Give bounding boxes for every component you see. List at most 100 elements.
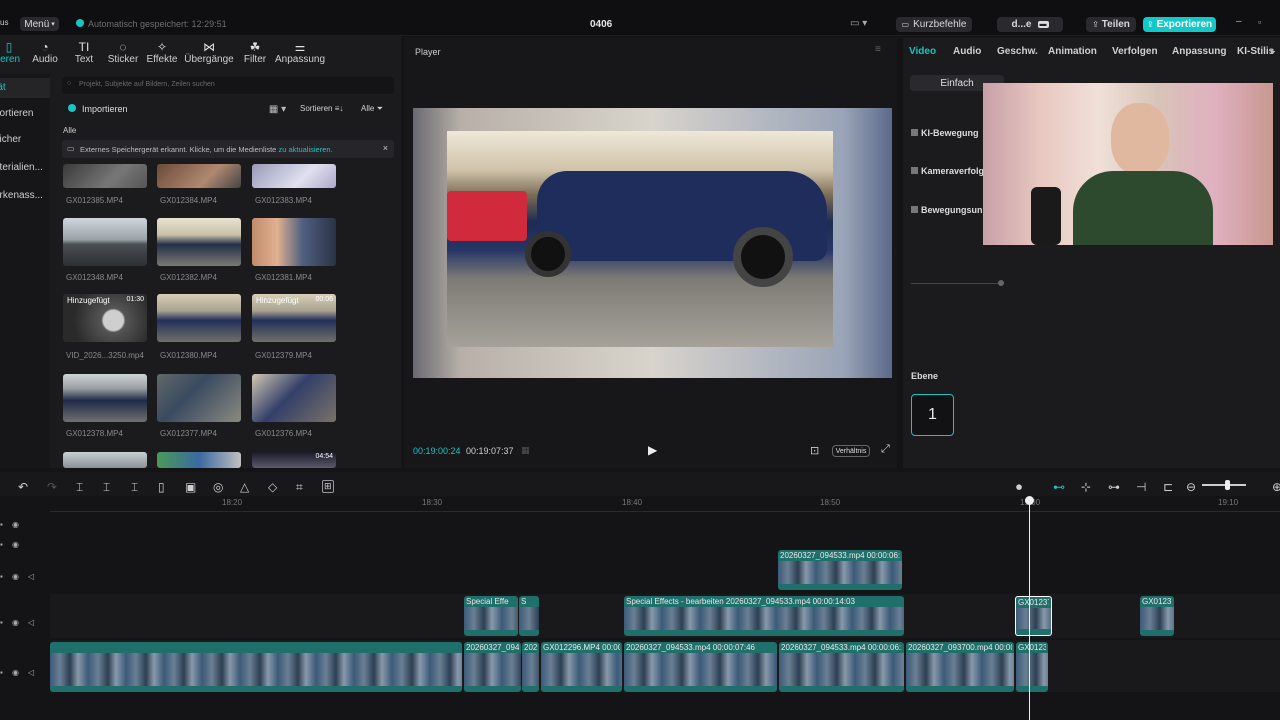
tab-audio[interactable]: ◔ Audio <box>30 40 60 70</box>
track-audio-icon[interactable]: ◁ <box>28 572 34 581</box>
close-icon[interactable]: × <box>383 143 388 153</box>
sidebar-item-materials[interactable]: aterialien... <box>0 158 50 178</box>
play-icon[interactable]: ▶ <box>648 443 657 457</box>
maximize-icon[interactable]: ▫ <box>1258 17 1261 27</box>
timeline-clip[interactable]: S <box>519 596 539 636</box>
sidebar-item-storage[interactable]: eicher <box>0 130 50 150</box>
track-eye-icon[interactable]: ◉ <box>12 618 19 627</box>
tab-speed[interactable]: Geschw. <box>997 46 1038 57</box>
checkbox-icon[interactable] <box>911 167 918 174</box>
minimize-icon[interactable]: – <box>1236 16 1242 27</box>
timeline-clip[interactable]: Special Effects - bearbeiten 20260327_09… <box>624 596 904 636</box>
fullscreen-icon[interactable]: ⤢ <box>881 443 890 456</box>
zoom-thumb[interactable] <box>1225 480 1230 490</box>
menu-button[interactable]: Menü ▾ <box>20 17 59 31</box>
video-preview[interactable] <box>413 108 892 378</box>
search-input[interactable]: ○ Projekt, Subjekte auf Bildern, Zeilen … <box>62 77 394 94</box>
crop-icon[interactable]: ⌗ <box>296 480 303 495</box>
timeline-clip[interactable]: Special Effe <box>464 596 518 636</box>
tab-tracking[interactable]: Verfolgen <box>1112 46 1158 57</box>
checkbox-icon[interactable] <box>911 206 918 213</box>
media-thumb[interactable] <box>63 374 147 422</box>
media-thumb[interactable] <box>157 452 241 468</box>
more-icon[interactable]: ▸ <box>1271 46 1276 57</box>
rotate-icon[interactable]: ◇ <box>268 480 277 494</box>
media-thumb[interactable] <box>63 164 147 188</box>
timeline-clip[interactable]: GX01237 <box>1016 642 1048 692</box>
tab-animation[interactable]: Animation <box>1048 46 1097 57</box>
media-thumb[interactable] <box>252 164 336 188</box>
media-thumb[interactable]: Hinzugefügt 01:30 <box>63 294 147 342</box>
split-right-icon[interactable]: ⌶ <box>131 480 138 495</box>
import-button[interactable]: Importieren <box>68 104 128 114</box>
timeline-clip[interactable]: GX012296.MP4 00:00 <box>541 642 622 692</box>
track-lock-icon[interactable]: ▪ <box>0 618 3 627</box>
option-motion-blur[interactable]: Bewegungsun <box>911 205 983 215</box>
track-lock-icon[interactable]: ▪ <box>0 520 3 529</box>
timeline-clip-selected[interactable]: GX01237 <box>1015 596 1052 636</box>
timeline-clip[interactable]: 20260327_094533.mp4 00:00:06:1 <box>778 550 902 590</box>
tab-filter[interactable]: ☘ Filter <box>240 40 270 70</box>
timecode-grid-icon[interactable]: ▦ <box>521 445 530 456</box>
track-eye-icon[interactable]: ◉ <box>12 668 19 677</box>
track-lock-icon[interactable]: ▪ <box>0 668 3 677</box>
export-button[interactable]: ⇪ Exportieren <box>1143 17 1216 32</box>
media-thumb[interactable]: Hinzugefügt 00:06 <box>252 294 336 342</box>
slider-track[interactable] <box>911 283 1003 284</box>
snap-icon[interactable]: ⊣ <box>1136 480 1146 494</box>
media-thumb[interactable] <box>157 374 241 422</box>
sidebar-item-device[interactable]: rät <box>0 78 50 98</box>
playhead-handle[interactable] <box>1025 496 1034 505</box>
undo-icon[interactable]: ↶ <box>18 480 28 494</box>
menu-icon[interactable]: ≡ <box>875 44 881 55</box>
timeline-clip[interactable]: 20260327_094 <box>464 642 521 692</box>
option-camera-tracking[interactable]: Kameraverfolg <box>911 166 984 176</box>
timeline-clip[interactable]: 20260327_094533.mp4 00:00:06:1 <box>779 642 904 692</box>
tab-audio-inspector[interactable]: Audio <box>953 46 981 57</box>
media-thumb[interactable] <box>63 218 147 266</box>
shortcuts-button[interactable]: ▭ Kurzbefehle <box>896 17 972 32</box>
media-thumb[interactable] <box>157 294 241 342</box>
fit-icon[interactable]: ⊡ <box>810 444 819 457</box>
tab-transitions[interactable]: ⋈ Übergänge <box>184 40 234 70</box>
media-thumb[interactable] <box>157 164 241 188</box>
timeline-clip[interactable]: GX01237 <box>1140 596 1174 636</box>
share-button[interactable]: ⇪ Teilen <box>1086 17 1136 32</box>
track-eye-icon[interactable]: ◉ <box>12 540 19 549</box>
media-thumb[interactable] <box>157 218 241 266</box>
view-toggle[interactable]: ▦ ▾ <box>264 102 291 116</box>
layout-icon[interactable]: ▭ ▾ <box>850 18 867 29</box>
zoom-slider[interactable] <box>1202 484 1246 486</box>
ai-tool-icon[interactable]: ⊞ <box>322 480 334 493</box>
tab-video[interactable]: Video <box>909 46 936 57</box>
preview-axis-icon[interactable]: ⊶ <box>1108 480 1120 494</box>
checkbox-icon[interactable] <box>911 129 918 136</box>
freeze-icon[interactable]: ▣ <box>185 480 196 494</box>
link-icon[interactable]: ⊹ <box>1081 480 1091 494</box>
magnet-icon[interactable]: ⊷ <box>1053 480 1065 494</box>
tab-effects[interactable]: ✧ Effekte <box>145 40 179 70</box>
media-thumb[interactable] <box>252 374 336 422</box>
media-thumb[interactable] <box>252 218 336 266</box>
track-eye-icon[interactable]: ◉ <box>12 520 19 529</box>
tab-text[interactable]: TI Text <box>70 40 98 70</box>
tab-ai-style[interactable]: KI-Stilis <box>1237 46 1274 57</box>
mirror-icon[interactable]: △ <box>240 480 249 494</box>
microphone-icon[interactable]: ⏺ <box>1016 480 1022 495</box>
tab-adjust[interactable]: ⚌ Anpassung <box>274 40 326 70</box>
sidebar-item-brand[interactable]: arkenass... <box>0 186 50 206</box>
tab-media[interactable]: ▯ ieren <box>0 40 24 70</box>
track-audio-icon[interactable]: ◁ <box>28 618 34 627</box>
playhead-line[interactable] <box>1029 498 1030 720</box>
track-lock-icon[interactable]: ▪ <box>0 540 3 549</box>
tab-adjustment[interactable]: Anpassung <box>1172 46 1226 57</box>
delete-icon[interactable]: ▯ <box>158 480 165 494</box>
track-eye-icon[interactable]: ◉ <box>12 572 19 581</box>
media-thumb[interactable]: 04:54 <box>252 452 336 468</box>
tab-sticker[interactable]: ◌ Sticker <box>106 40 140 70</box>
slider-thumb[interactable] <box>998 280 1004 286</box>
refresh-link[interactable]: zu aktualisieren. <box>278 145 332 154</box>
media-thumb[interactable] <box>63 452 147 468</box>
split-icon[interactable]: ⌶ <box>76 480 83 495</box>
track-lock-icon[interactable]: ▪ <box>0 572 3 581</box>
